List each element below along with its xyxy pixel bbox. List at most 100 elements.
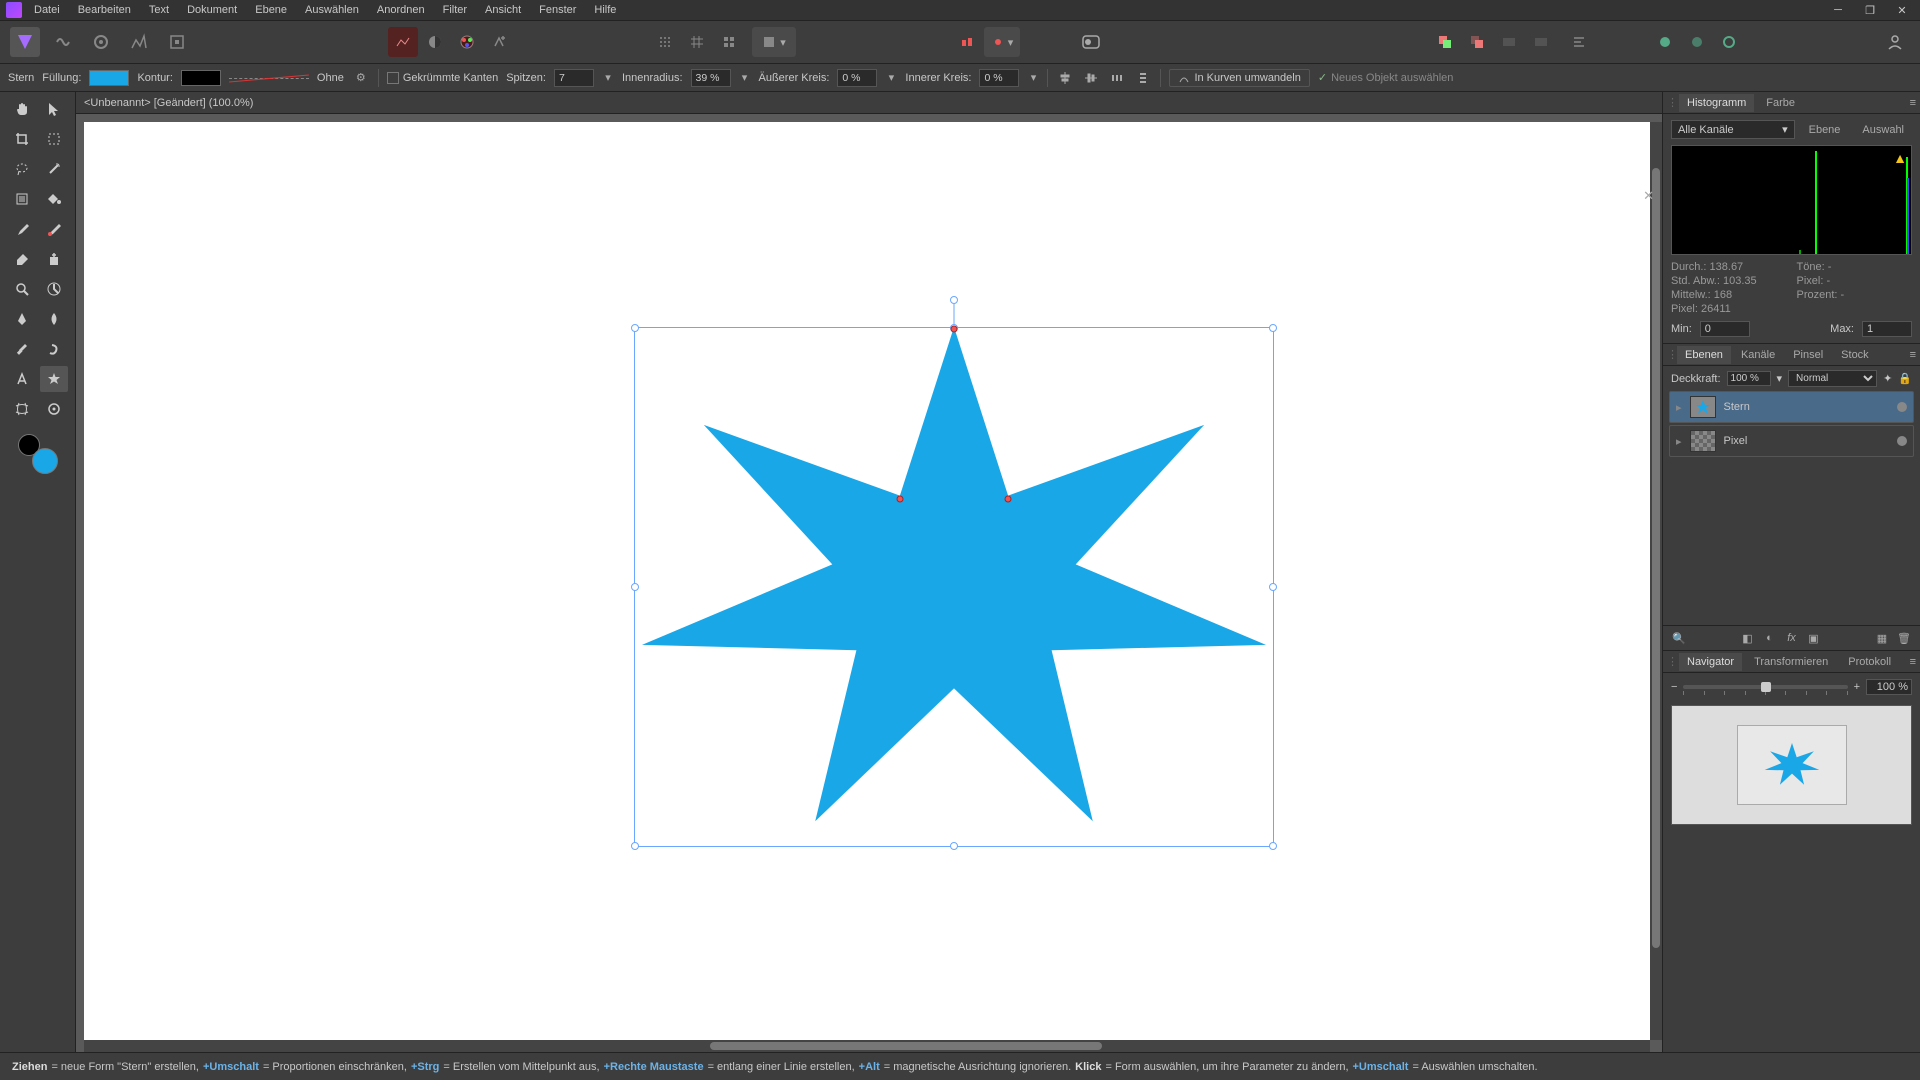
handle-nw[interactable]: [631, 324, 639, 332]
blur-tool[interactable]: [40, 306, 68, 332]
inner-radius-dropdown[interactable]: ▾: [739, 69, 751, 87]
color-format-icon[interactable]: [388, 27, 418, 57]
opacity-input[interactable]: [1727, 371, 1771, 386]
points-dropdown[interactable]: ▾: [602, 69, 614, 87]
visibility-toggle[interactable]: [1897, 436, 1907, 446]
develop-persona-icon[interactable]: [86, 27, 116, 57]
selection-tool[interactable]: [40, 126, 68, 152]
outer-circle-input[interactable]: [837, 69, 877, 87]
layer-lock-icon[interactable]: 🔒: [1898, 372, 1912, 385]
panel-menu-icon[interactable]: ≡: [1910, 349, 1916, 361]
inner-circle-dropdown[interactable]: ▾: [1027, 69, 1039, 87]
navigator-tab[interactable]: Navigator: [1679, 653, 1742, 671]
hand-tool[interactable]: [8, 96, 36, 122]
group-icon[interactable]: ▣: [1806, 630, 1822, 646]
sync-1-icon[interactable]: [1650, 27, 1680, 57]
rotate-handle[interactable]: [950, 296, 958, 304]
menu-text[interactable]: Text: [149, 4, 169, 16]
layer-name[interactable]: Stern: [1724, 401, 1750, 413]
curved-edges-checkbox[interactable]: Gekrümmte Kanten: [387, 72, 498, 84]
export-persona-icon[interactable]: [162, 27, 192, 57]
grid-lines-icon[interactable]: [682, 27, 712, 57]
inner-radius-input[interactable]: [691, 69, 731, 87]
studio-toggle-icon[interactable]: [1076, 27, 1106, 57]
panel-menu-icon[interactable]: ≡: [1910, 97, 1916, 109]
sync-3-icon[interactable]: [1714, 27, 1744, 57]
blend-mode-select[interactable]: Normal: [1788, 370, 1877, 387]
outer-circle-dropdown[interactable]: ▾: [885, 69, 897, 87]
pen-tool[interactable]: [8, 306, 36, 332]
photo-persona-icon[interactable]: [10, 27, 40, 57]
auswahl-button[interactable]: Auswahl: [1854, 122, 1912, 138]
zoom-slider[interactable]: [1683, 685, 1847, 689]
snap-settings-icon[interactable]: ▾: [984, 27, 1020, 57]
paint-bucket-tool[interactable]: [40, 186, 68, 212]
convert-to-curves-button[interactable]: In Kurven umwandeln: [1169, 69, 1309, 87]
eraser-tool[interactable]: [8, 246, 36, 272]
close-button[interactable]: ✕: [1890, 2, 1914, 18]
align-v-icon[interactable]: [1082, 69, 1100, 87]
handle-w[interactable]: [631, 583, 639, 591]
brush-tool[interactable]: [8, 216, 36, 242]
fill-swatch[interactable]: [89, 70, 129, 86]
panel-grip-icon[interactable]: ⋮⋮: [1667, 348, 1675, 361]
menu-ebene[interactable]: Ebene: [255, 4, 287, 16]
handle-se[interactable]: [1269, 842, 1277, 850]
document-tab[interactable]: <Unbenannt> [Geändert] (100.0%): [84, 97, 253, 109]
handle-ne[interactable]: [1269, 324, 1277, 332]
grid-dots-icon[interactable]: [650, 27, 680, 57]
menu-datei[interactable]: Datei: [34, 4, 60, 16]
snap-icon[interactable]: [952, 27, 982, 57]
channel-select[interactable]: Alle Kanäle▾: [1671, 120, 1795, 139]
handle-e[interactable]: [1269, 583, 1277, 591]
v-scrollbar[interactable]: [1650, 122, 1662, 1040]
inner-radius-handle-l[interactable]: [896, 495, 903, 502]
magic-wand-tool[interactable]: [40, 156, 68, 182]
canvas[interactable]: [84, 122, 1650, 1040]
history-tab[interactable]: Protokoll: [1840, 653, 1899, 671]
inner-radius-handle-r[interactable]: [1005, 495, 1012, 502]
color-picker[interactable]: [18, 434, 58, 474]
sync-2-icon[interactable]: [1682, 27, 1712, 57]
tone-persona-icon[interactable]: [124, 27, 154, 57]
color-wheel-icon[interactable]: [452, 27, 482, 57]
arrange-3-icon[interactable]: [1494, 27, 1524, 57]
fx-icon[interactable]: fx: [1784, 630, 1800, 646]
distribute-h-icon[interactable]: [1108, 69, 1126, 87]
inner-circle-input[interactable]: [979, 69, 1019, 87]
layer-fx-icon[interactable]: ✦: [1883, 372, 1892, 385]
selection-box[interactable]: [634, 327, 1274, 847]
star-tool[interactable]: [40, 366, 68, 392]
menu-bearbeiten[interactable]: Bearbeiten: [78, 4, 131, 16]
handle-s[interactable]: [950, 842, 958, 850]
ebene-button[interactable]: Ebene: [1801, 122, 1849, 138]
menu-anordnen[interactable]: Anordnen: [377, 4, 425, 16]
smudge-tool[interactable]: [40, 336, 68, 362]
clone-tool[interactable]: [40, 246, 68, 272]
ebenen-tab[interactable]: Ebenen: [1677, 346, 1731, 364]
menu-auswaehlen[interactable]: Auswählen: [305, 4, 359, 16]
mesh-tool[interactable]: [8, 396, 36, 422]
lasso-tool[interactable]: [8, 156, 36, 182]
stroke-swatch[interactable]: [181, 70, 221, 86]
panel-grip-icon[interactable]: ⋮⋮: [1667, 655, 1675, 668]
flood-select-tool[interactable]: [8, 186, 36, 212]
crop-tool[interactable]: [8, 126, 36, 152]
stock-tab[interactable]: Stock: [1833, 346, 1877, 364]
minimize-button[interactable]: ─: [1826, 2, 1850, 18]
close-document-icon[interactable]: ✕: [1643, 188, 1654, 204]
shape-preset-dropdown[interactable]: ▾: [752, 27, 796, 57]
canvas-viewport[interactable]: [76, 114, 1662, 1052]
opacity-dropdown[interactable]: ▾: [1777, 372, 1783, 385]
zoom-out-button[interactable]: −: [1671, 681, 1677, 693]
points-input[interactable]: [554, 69, 594, 87]
align-h-icon[interactable]: [1056, 69, 1074, 87]
delete-layer-icon[interactable]: 🗑: [1896, 630, 1912, 646]
zoom-in-button[interactable]: +: [1854, 681, 1860, 693]
auto-adjust-icon[interactable]: [484, 27, 514, 57]
move-tool[interactable]: [40, 96, 68, 122]
max-input[interactable]: [1862, 321, 1912, 337]
histogram-tab[interactable]: Histogramm: [1679, 94, 1754, 112]
text-tool[interactable]: [8, 366, 36, 392]
color-replace-tool[interactable]: [40, 216, 68, 242]
